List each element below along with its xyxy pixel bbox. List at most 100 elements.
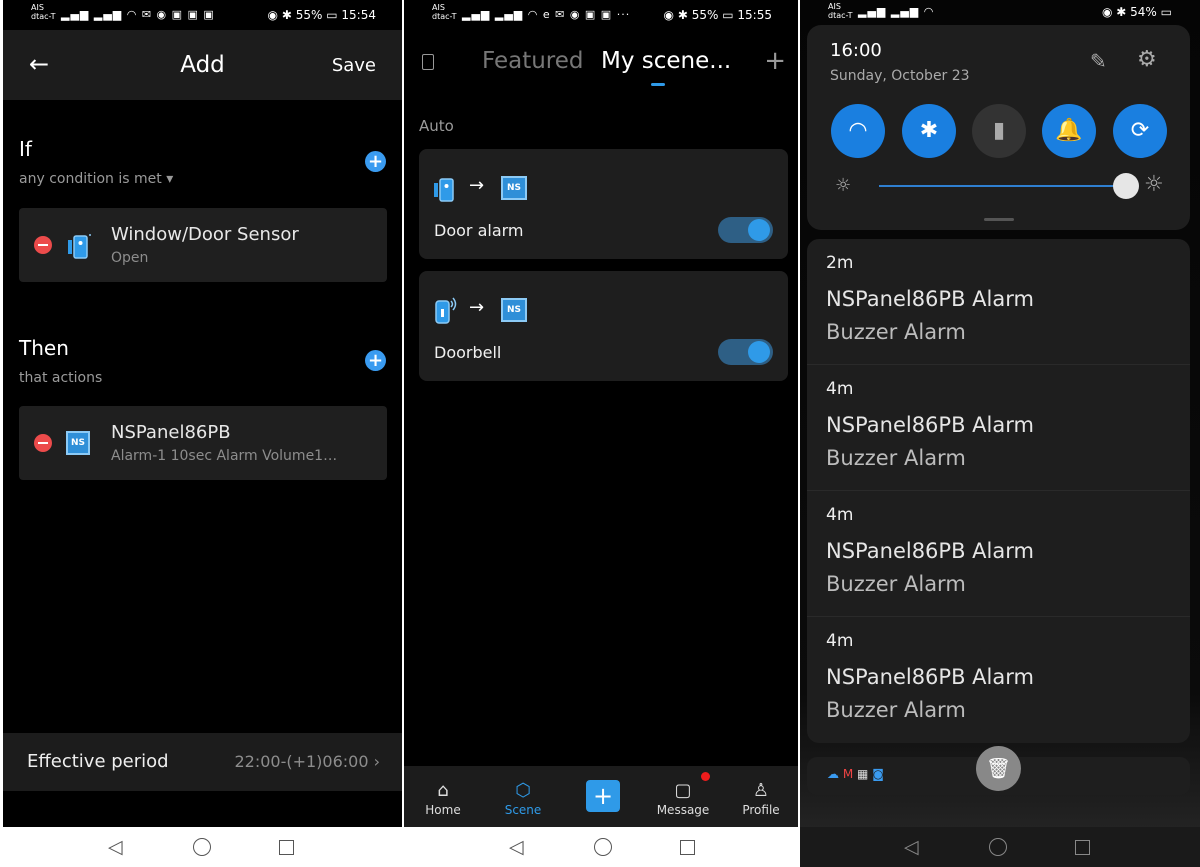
if-heading: If — [19, 137, 32, 161]
top-app-bar: ← Add Save — [3, 30, 402, 100]
log-icon[interactable] — [422, 54, 434, 70]
eye-icon: ◉ — [663, 8, 675, 22]
nav-back-icon[interactable]: ◁ — [904, 837, 919, 857]
scene-name: Door alarm — [434, 221, 524, 240]
door-sensor-icon — [68, 234, 91, 259]
notification-time: 2m — [826, 253, 854, 273]
settings-gear-icon[interactable]: ⚙ — [1137, 47, 1157, 72]
gmail-icon: M — [842, 767, 854, 781]
scene-card[interactable]: → NS Door alarm — [419, 149, 788, 259]
nav-recents-icon[interactable] — [680, 839, 695, 859]
condition-device-name: Window/Door Sensor — [111, 224, 299, 245]
brightness-slider-knob[interactable] — [1113, 173, 1139, 199]
bluetooth-toggle-icon[interactable]: ✱ — [902, 104, 956, 158]
battery-level: 55% — [295, 8, 323, 22]
notification-time: 4m — [826, 505, 854, 525]
wifi-toggle-icon[interactable]: ◠ — [831, 104, 885, 158]
effective-period-row[interactable]: Effective period 22:00-(+1)06:00 › — [3, 733, 402, 791]
carrier-label: AIS dtac-T — [432, 3, 457, 21]
brightness-slider[interactable] — [879, 185, 1121, 187]
nav-back-icon[interactable]: ◁ — [108, 837, 123, 857]
nav-back-icon[interactable]: ◁ — [509, 837, 524, 857]
doorbell-icon — [435, 297, 457, 324]
scene-name: Doorbell — [434, 343, 502, 362]
system-nav-bar: ◁ — [3, 827, 402, 867]
notification-item[interactable]: 2m NSPanel86PB Alarm Buzzer Alarm — [807, 239, 1190, 365]
bottom-tab-bar: ⌂ Home ⬡ Scene + ▢ Message ♙ Profile — [404, 766, 798, 827]
battery-icon: ▭ — [722, 8, 734, 22]
carrier-label: AIS dtac-T — [31, 3, 56, 21]
condition-card[interactable]: Window/Door Sensor Open — [19, 208, 387, 282]
remove-condition-icon[interactable] — [34, 236, 52, 254]
brightness-low-icon: ☼ — [835, 175, 852, 196]
calendar-icon: ▦ — [857, 767, 869, 781]
flashlight-toggle-icon[interactable]: ▮ — [972, 104, 1026, 158]
arrow-icon: → — [469, 297, 485, 318]
effective-period-value: 22:00-(+1)06:00 › — [234, 752, 380, 771]
add-condition-button[interactable]: + — [365, 151, 386, 172]
remove-action-icon[interactable] — [34, 434, 52, 452]
auto-rotate-icon[interactable]: ⟳ — [1113, 104, 1167, 158]
eye-icon: ◉ — [267, 8, 279, 22]
tab-scene-label: Scene — [504, 803, 542, 817]
status-icons: ▂▄▆ ▂▄▆ ◠ ✉ ◉ ▣ ▣ ▣ — [61, 8, 215, 21]
notification-item[interactable]: 4m NSPanel86PB Alarm Buzzer Alarm — [807, 617, 1190, 743]
active-tab-indicator — [651, 83, 665, 86]
nav-home-icon[interactable] — [989, 838, 1007, 860]
nspanel-icon: NS — [501, 298, 527, 322]
notification-body: Buzzer Alarm — [826, 320, 966, 344]
notification-shade: AIS dtac-T ▂▄▆ ▂▄▆ ◠ ◉ ✱ 54% ▭ 16:00 Sund… — [800, 0, 1200, 867]
bluetooth-icon: ✱ — [677, 8, 688, 22]
notification-title: NSPanel86PB Alarm — [826, 539, 1034, 563]
nav-recents-icon[interactable] — [279, 839, 294, 859]
quick-settings-panel: 16:00 Sunday, October 23 ✎ ⚙ ◠ ✱ ▮ 🔔 ⟳ ☼… — [807, 25, 1190, 230]
system-nav-bar: ◁ — [404, 827, 798, 867]
battery-icon: ▭ — [1160, 5, 1172, 19]
bluetooth-icon: ✱ — [281, 8, 292, 22]
tab-home[interactable]: ⌂ Home — [408, 766, 478, 827]
section-label: Auto — [419, 117, 454, 135]
tab-profile[interactable]: ♙ Profile — [726, 766, 796, 827]
action-details: Alarm-1 10sec Alarm Volume1… — [111, 448, 338, 464]
expand-handle[interactable] — [984, 218, 1014, 221]
save-button[interactable]: Save — [332, 55, 376, 76]
clear-all-trash-icon[interactable]: 🗑 — [976, 746, 1021, 791]
condition-dropdown[interactable]: any condition is met ▾ — [19, 171, 173, 187]
status-bar: AIS dtac-T ▂▄▆ ▂▄▆ ◠ ◉ ✱ 54% ▭ — [800, 0, 1200, 24]
then-subtitle: that actions — [19, 370, 103, 386]
status-right: ◉ ✱ 55% ▭ 15:54 — [268, 8, 376, 22]
nspanel-icon: NS — [501, 176, 527, 200]
eye-icon: ◉ — [1101, 5, 1113, 19]
scene-card[interactable]: → NS Doorbell — [419, 271, 788, 381]
unread-badge — [701, 772, 710, 781]
notification-bell-icon[interactable]: 🔔 — [1042, 104, 1096, 158]
nav-home-icon[interactable] — [193, 838, 211, 860]
action-card[interactable]: NS NSPanel86PB Alarm-1 10sec Alarm Volum… — [19, 406, 387, 480]
clock: 15:54 — [341, 8, 376, 22]
nav-home-icon[interactable] — [594, 838, 612, 860]
tab-scene[interactable]: ⬡ Scene — [488, 766, 558, 827]
edit-pencil-icon[interactable]: ✎ — [1090, 49, 1107, 73]
notification-title: NSPanel86PB Alarm — [826, 665, 1034, 689]
message-icon: ▢ — [674, 780, 692, 801]
notification-body: Buzzer Alarm — [826, 446, 966, 470]
nav-recents-icon[interactable] — [1075, 839, 1090, 859]
notification-body: Buzzer Alarm — [826, 698, 966, 722]
notification-item[interactable]: 4m NSPanel86PB Alarm Buzzer Alarm — [807, 491, 1190, 617]
profile-icon: ♙ — [752, 780, 770, 801]
tab-my-scene[interactable]: My scene... — [601, 48, 731, 74]
scene-toggle[interactable] — [718, 217, 773, 243]
arrow-icon: → — [469, 175, 485, 196]
home-icon: ⌂ — [437, 780, 449, 801]
tab-featured[interactable]: Featured — [482, 48, 584, 74]
bluetooth-icon: ✱ — [1116, 5, 1127, 19]
status-right: ◉ ✱ 54% ▭ — [1102, 5, 1172, 19]
door-sensor-icon — [434, 178, 454, 202]
add-action-button[interactable]: + — [365, 350, 386, 371]
status-bar: AIS dtac-T ▂▄▆ ▂▄▆ ◠ e ✉ ◉ ▣ ▣ ··· ◉ ✱ 55… — [404, 0, 798, 30]
notification-item[interactable]: 4m NSPanel86PB Alarm Buzzer Alarm — [807, 365, 1190, 491]
scene-toggle[interactable] — [718, 339, 773, 365]
add-button[interactable]: + — [586, 780, 620, 812]
condition-state: Open — [111, 250, 149, 266]
add-scene-icon[interactable]: + — [764, 46, 786, 76]
